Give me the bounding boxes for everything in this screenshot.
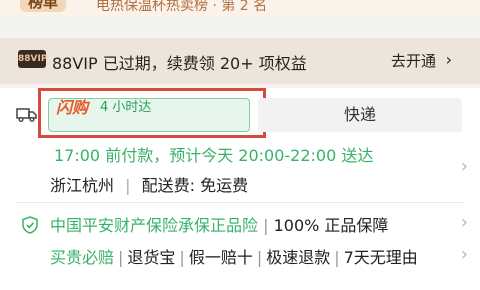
chevron-right-icon[interactable]: › <box>461 244 468 265</box>
service-tag: 假一赔十 <box>188 248 253 267</box>
insurance-row[interactable]: 中国平安财产保险承保正品险 | 100% 正品保障 <box>50 212 388 236</box>
vip-badge-icon: 88VIP <box>18 50 47 68</box>
service-tag: 退货宝 <box>127 248 176 267</box>
chevron-right-icon[interactable]: › <box>446 50 452 69</box>
rank-strip[interactable]: 榜单 电热保温杯热卖榜 · 第 2 名 <box>0 0 480 16</box>
divider <box>16 202 464 203</box>
service-tag: 7天无理由 <box>343 248 418 267</box>
truck-icon <box>16 108 37 122</box>
location-text: 浙江杭州 <box>50 176 115 195</box>
quality-guarantee: 100% 正品保障 <box>273 216 389 235</box>
rank-text: 电热保温杯热卖榜 · 第 2 名 <box>96 0 268 14</box>
service-tag: 买贵必赔 <box>50 248 115 267</box>
vip-activate-link[interactable]: 去开通 <box>391 50 436 71</box>
service-tag: 极速退款 <box>266 248 331 267</box>
shield-check-icon <box>22 216 38 234</box>
next-section-edge <box>16 284 464 290</box>
delivery-eta: 17:00 前付款，预计今天 20:00-22:00 送达 <box>54 146 374 165</box>
shipping-fee: 配送费: 免运费 <box>141 176 249 195</box>
chevron-right-icon[interactable]: › <box>461 156 468 177</box>
rank-badge: 榜单 <box>20 0 67 12</box>
delivery-card: 闪购 4 小时达 快递 17:00 前付款，预计今天 20:00-22:00 送… <box>0 88 480 290</box>
tab-express-delivery[interactable]: 快递 <box>258 98 462 132</box>
insurance-text: 中国平安财产保险承保正品险 <box>50 216 259 235</box>
service-tags[interactable]: 买贵必赔 | 退货宝 | 假一赔十 | 极速退款 | 7天无理由 <box>50 244 418 268</box>
location-shipping-row[interactable]: 浙江杭州 | 配送费: 免运费 <box>50 172 248 196</box>
highlight-annotation <box>38 88 266 138</box>
vip-text: 88VIP 已过期，续费领 20+ 项权益 <box>52 54 307 73</box>
chevron-right-icon[interactable]: › <box>461 212 468 233</box>
vip-banner[interactable]: 88VIP 88VIP 已过期，续费领 20+ 项权益 去开通 › <box>0 38 480 84</box>
